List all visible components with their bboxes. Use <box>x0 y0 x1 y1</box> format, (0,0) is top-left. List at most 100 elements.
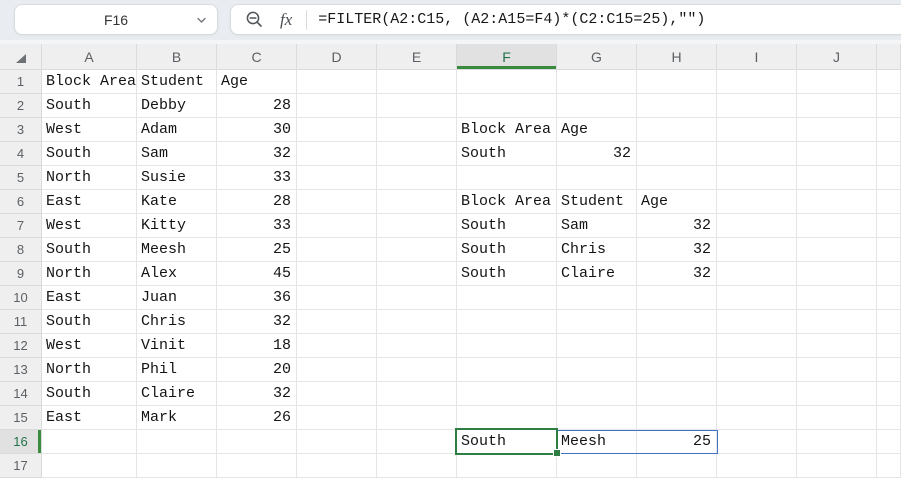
cell-J10[interactable] <box>797 286 877 310</box>
cell-B1[interactable]: Student <box>137 70 217 94</box>
cell-A3[interactable]: West <box>42 118 137 142</box>
cell-C16[interactable] <box>217 430 297 454</box>
cell-I16[interactable] <box>717 430 797 454</box>
cell-I8[interactable] <box>717 238 797 262</box>
cell-I10[interactable] <box>717 286 797 310</box>
cell-partial-1[interactable] <box>877 70 901 94</box>
row-header-11[interactable]: 11 <box>0 310 42 334</box>
cell-C2[interactable]: 28 <box>217 94 297 118</box>
cell-J14[interactable] <box>797 382 877 406</box>
row-header-15[interactable]: 15 <box>0 406 42 430</box>
cell-J17[interactable] <box>797 454 877 478</box>
cell-I14[interactable] <box>717 382 797 406</box>
cell-F9[interactable]: South <box>457 262 557 286</box>
cell-I3[interactable] <box>717 118 797 142</box>
cell-G15[interactable] <box>557 406 637 430</box>
cell-C6[interactable]: 28 <box>217 190 297 214</box>
cell-J9[interactable] <box>797 262 877 286</box>
cell-D16[interactable] <box>297 430 377 454</box>
cell-H14[interactable] <box>637 382 717 406</box>
cell-partial-4[interactable] <box>877 142 901 166</box>
cell-B13[interactable]: Phil <box>137 358 217 382</box>
cell-E8[interactable] <box>377 238 457 262</box>
cell-D14[interactable] <box>297 382 377 406</box>
cell-G1[interactable] <box>557 70 637 94</box>
cell-I4[interactable] <box>717 142 797 166</box>
cell-A13[interactable]: North <box>42 358 137 382</box>
cell-J2[interactable] <box>797 94 877 118</box>
cell-G9[interactable]: Claire <box>557 262 637 286</box>
col-header-partial[interactable] <box>877 44 901 70</box>
row-header-13[interactable]: 13 <box>0 358 42 382</box>
cell-J12[interactable] <box>797 334 877 358</box>
col-header-d[interactable]: D <box>297 44 377 70</box>
cell-partial-3[interactable] <box>877 118 901 142</box>
cell-D4[interactable] <box>297 142 377 166</box>
cell-E1[interactable] <box>377 70 457 94</box>
cell-A14[interactable]: South <box>42 382 137 406</box>
cell-H12[interactable] <box>637 334 717 358</box>
row-header-7[interactable]: 7 <box>0 214 42 238</box>
cell-G3[interactable]: Age <box>557 118 637 142</box>
cell-partial-7[interactable] <box>877 214 901 238</box>
col-header-i[interactable]: I <box>717 44 797 70</box>
cell-H9[interactable]: 32 <box>637 262 717 286</box>
select-all-corner[interactable] <box>0 44 42 70</box>
cell-partial-17[interactable] <box>877 454 901 478</box>
cell-G16[interactable]: Meesh <box>557 430 637 454</box>
cell-E3[interactable] <box>377 118 457 142</box>
name-box[interactable]: F16 <box>14 4 218 35</box>
cell-B4[interactable]: Sam <box>137 142 217 166</box>
cell-J5[interactable] <box>797 166 877 190</box>
row-header-8[interactable]: 8 <box>0 238 42 262</box>
cell-B9[interactable]: Alex <box>137 262 217 286</box>
cell-C4[interactable]: 32 <box>217 142 297 166</box>
row-header-6[interactable]: 6 <box>0 190 42 214</box>
cell-G17[interactable] <box>557 454 637 478</box>
col-header-f[interactable]: F <box>457 44 557 70</box>
row-header-3[interactable]: 3 <box>0 118 42 142</box>
cell-B8[interactable]: Meesh <box>137 238 217 262</box>
cell-B12[interactable]: Vinit <box>137 334 217 358</box>
cell-C10[interactable]: 36 <box>217 286 297 310</box>
col-header-c[interactable]: C <box>217 44 297 70</box>
cell-H16[interactable]: 25 <box>637 430 717 454</box>
cell-partial-5[interactable] <box>877 166 901 190</box>
cell-H11[interactable] <box>637 310 717 334</box>
cell-G12[interactable] <box>557 334 637 358</box>
cell-C8[interactable]: 25 <box>217 238 297 262</box>
cell-I13[interactable] <box>717 358 797 382</box>
cell-E17[interactable] <box>377 454 457 478</box>
cell-partial-16[interactable] <box>877 430 901 454</box>
cell-F7[interactable]: South <box>457 214 557 238</box>
cell-B14[interactable]: Claire <box>137 382 217 406</box>
cell-G7[interactable]: Sam <box>557 214 637 238</box>
cell-B16[interactable] <box>137 430 217 454</box>
cell-I5[interactable] <box>717 166 797 190</box>
cell-J15[interactable] <box>797 406 877 430</box>
cell-E15[interactable] <box>377 406 457 430</box>
row-header-12[interactable]: 12 <box>0 334 42 358</box>
cell-E9[interactable] <box>377 262 457 286</box>
cell-partial-10[interactable] <box>877 286 901 310</box>
formula-bar[interactable]: fx =FILTER(A2:C15, (A2:A15=F4)*(C2:C15=2… <box>230 4 901 35</box>
cell-C9[interactable]: 45 <box>217 262 297 286</box>
cell-D7[interactable] <box>297 214 377 238</box>
cell-E12[interactable] <box>377 334 457 358</box>
cell-F12[interactable] <box>457 334 557 358</box>
cell-A6[interactable]: East <box>42 190 137 214</box>
row-header-9[interactable]: 9 <box>0 262 42 286</box>
cell-G2[interactable] <box>557 94 637 118</box>
cell-C7[interactable]: 33 <box>217 214 297 238</box>
cell-I7[interactable] <box>717 214 797 238</box>
cell-F16[interactable]: South <box>457 430 557 454</box>
cell-A1[interactable]: Block Area <box>42 70 137 94</box>
cell-G13[interactable] <box>557 358 637 382</box>
cell-partial-2[interactable] <box>877 94 901 118</box>
cell-D15[interactable] <box>297 406 377 430</box>
cell-G4[interactable]: 32 <box>557 142 637 166</box>
cell-A9[interactable]: North <box>42 262 137 286</box>
cell-J3[interactable] <box>797 118 877 142</box>
fx-icon[interactable]: fx <box>280 10 292 30</box>
cell-E16[interactable] <box>377 430 457 454</box>
